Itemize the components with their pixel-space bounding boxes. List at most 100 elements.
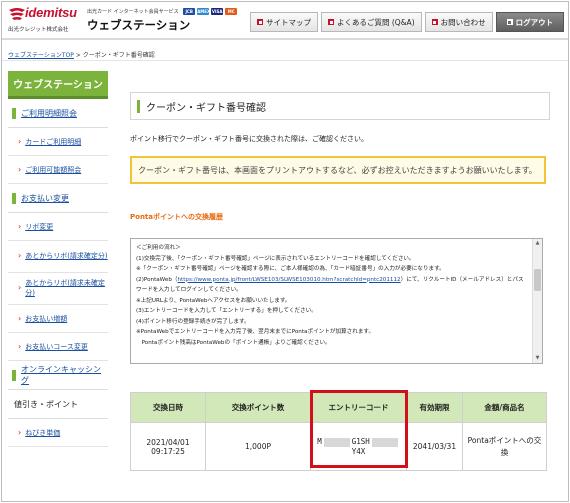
notice-box: クーポン・ギフト番号は、本画面をプリントアウトするなど、必ずお控えいただきますよ…	[130, 156, 546, 184]
notice-text: クーポン・ギフト番号は、本画面をプリントアウトするなど、必ずお控えいただきますよ…	[138, 165, 537, 175]
flow-line: (4)ポイント移行の登録手続きが完了します。	[136, 318, 250, 325]
flow-line: ＜ご利用の流れ＞	[136, 245, 181, 251]
nav-square-icon	[257, 19, 263, 25]
breadcrumb-home-link[interactable]: ウェブステーションTOP	[8, 52, 74, 59]
faq-button[interactable]: よくあるご質問 (Q&A)	[321, 12, 422, 32]
sidebar-item-payment-course-change[interactable]: › お支払いコース変更	[8, 333, 108, 361]
page-title-box: クーポン・ギフト番号確認	[130, 92, 550, 120]
col-header-entry-code: エントリーコード	[310, 392, 407, 423]
sidebar-section-statement[interactable]: ご利用明細照会	[8, 99, 108, 128]
masked-segment	[323, 437, 350, 447]
sidebar-item-label[interactable]: お支払いコース変更	[25, 342, 88, 352]
table-row: 2021/04/01 09:17:25 1,000P M G1SHY4X 2041…	[130, 422, 547, 471]
idemitsu-logo-icon[interactable]	[8, 7, 26, 21]
cell-entry-code: M G1SHY4X	[310, 422, 407, 471]
faq-label: よくあるご質問 (Q&A)	[337, 17, 415, 27]
flow-line: Pontaポイント残高はPontaWebの「ポイント通帳」よりご確認ください。	[136, 339, 331, 346]
code-part: Y4X	[351, 446, 366, 456]
site-title: ウェブステーション	[87, 18, 191, 32]
cell-date: 2021/04/01 09:17:25	[130, 422, 206, 471]
usage-flow-box[interactable]: ＜ご利用の流れ＞ (1)交換完了後、「クーポン・ギフト番号確認」ページに表示され…	[130, 238, 543, 364]
sidebar-item-payment-increase[interactable]: › お支払い増額	[8, 305, 108, 333]
scroll-down-arrow-icon[interactable]: ▼	[533, 354, 542, 363]
chevron-right-icon: ›	[18, 428, 22, 437]
sidebar-item-label[interactable]: ねびき単価	[25, 428, 60, 438]
sidebar-item-label[interactable]: カードご利用明細	[25, 137, 81, 147]
section-bar-icon	[12, 192, 16, 204]
section-bar-icon	[12, 107, 16, 119]
sidebar-item-later-revolving-confirmed[interactable]: › あとからリボ(請求確定分)	[8, 241, 108, 273]
divider	[2, 60, 568, 61]
card-brand-icon: VISA	[211, 8, 224, 15]
sidebar-item-later-revolving-unconfirmed[interactable]: › あとからリボ(請求未確定分)	[8, 273, 108, 305]
card-brand-icon: MC	[225, 8, 238, 15]
contact-button[interactable]: お問い合わせ	[424, 12, 493, 32]
flow-line-url: (2)PontaWeb（https://www.ponta.jp/front/L…	[136, 275, 527, 286]
cell-item: Pontaポイントへの交換	[462, 422, 547, 471]
chevron-right-icon: ›	[18, 222, 22, 231]
logout-label: ログアウト	[515, 17, 554, 27]
sidebar: ウェブステーション ご利用明細照会 › カードご利用明細 › ご利用可能額照会 お支…	[8, 71, 108, 447]
flow-line: (3)エントリーコードを入力して「エントリーする」を押してください。	[136, 308, 317, 314]
sidebar-section-discount-points: 値引き・ポイント	[8, 390, 108, 419]
section-bar-icon	[12, 369, 16, 381]
sidebar-item-card-statement[interactable]: › カードご利用明細	[8, 128, 108, 156]
sidebar-section-payment-change[interactable]: お支払い変更	[8, 184, 108, 213]
chevron-right-icon: ›	[18, 251, 22, 261]
cell-points: 1,000P	[205, 422, 311, 471]
nav-square-icon	[328, 19, 334, 25]
sidebar-item-label[interactable]: あとからリボ(請求確定分)	[25, 252, 107, 261]
company-name: 出光クレジット株式会社	[8, 27, 69, 33]
col-header-date: 交換日時	[130, 392, 206, 423]
code-part: M	[317, 437, 322, 447]
flow-line: ワードを入力してログインしてください。	[136, 287, 242, 293]
sidebar-item-discount-price[interactable]: › ねびき単価	[8, 419, 108, 447]
sidebar-section-label[interactable]: オンラインキャッシング	[21, 364, 108, 386]
sidebar-item-label[interactable]: ご利用可能額照会	[25, 165, 81, 175]
card-brand-icon: AMEX	[197, 8, 211, 15]
card-brand-icon: JCB	[183, 8, 196, 15]
pontaweb-link[interactable]: https://www.ponta.jp/front/LWSE103/SLWSE…	[177, 277, 400, 283]
breadcrumb-separator: >	[73, 52, 83, 59]
vertical-scrollbar[interactable]: ▲ ▼	[532, 239, 542, 363]
sidebar-item-label[interactable]: あとからリボ(請求未確定分)	[25, 279, 108, 297]
masked-segment	[371, 437, 398, 447]
logo-text[interactable]: idemitsu	[25, 5, 77, 20]
flow-url-suffix: ）にて、リクルートID（メールアドレス）とパス	[400, 276, 524, 283]
contact-label: お問い合わせ	[440, 17, 486, 27]
card-brand-logos: JCB AMEX VISA MC	[183, 8, 238, 15]
sidebar-item-available-amount[interactable]: › ご利用可能額照会	[8, 156, 108, 184]
logout-button[interactable]: ログアウト	[495, 12, 565, 32]
service-text: 出光カード インターネット会員サービス	[87, 9, 179, 15]
site-header: idemitsu 出光クレジット株式会社 出光カード インターネット会員サービス…	[2, 2, 568, 40]
col-header-points: 交換ポイント数	[205, 392, 311, 423]
flow-url-prefix: (2)PontaWeb（	[136, 276, 178, 283]
nav-square-icon	[431, 19, 438, 25]
scrollbar-thumb[interactable]	[534, 269, 541, 291]
exchange-history-table: 交換日時 交換ポイント数 エントリーコード 有効期限 金額/商品名 2021/0…	[130, 392, 547, 471]
breadcrumb-current: クーポン・ギフト番号確認	[82, 52, 155, 59]
table-header-row: 交換日時 交換ポイント数 エントリーコード 有効期限 金額/商品名	[130, 392, 547, 423]
sidebar-item-label[interactable]: リボ変更	[25, 222, 53, 232]
chevron-right-icon: ›	[18, 137, 22, 146]
sidebar-section-label[interactable]: お支払い変更	[21, 193, 69, 204]
intro-text: ポイント移行でクーポン・ギフト番号に交換された際は、ご確認ください。	[130, 135, 368, 143]
title-bar-icon	[137, 99, 140, 113]
sidebar-item-label[interactable]: お支払い増額	[25, 314, 67, 324]
page-frame: idemitsu 出光クレジット株式会社 出光カード インターネット会員サービス…	[1, 1, 569, 502]
flow-line: ※「クーポン・ギフト番号確認」ページを確認する際に、ご本人様確認の為、「カード暗…	[136, 266, 445, 272]
sidebar-item-revolving-change[interactable]: › リボ変更	[8, 213, 108, 241]
flow-line: ※上記URLより、PontaWebへアクセスをお願いいたします。	[136, 297, 291, 304]
breadcrumb: ウェブステーションTOP > クーポン・ギフト番号確認	[8, 50, 155, 59]
sidebar-section-online-cashing[interactable]: オンラインキャッシング	[8, 361, 108, 390]
top-nav: サイトマップ よくあるご質問 (Q&A) お問い合わせ ログアウト	[250, 12, 565, 32]
scroll-up-arrow-icon[interactable]: ▲	[533, 239, 542, 248]
sidebar-title[interactable]: ウェブステーション	[8, 71, 108, 99]
chevron-right-icon: ›	[18, 342, 22, 351]
chevron-right-icon: ›	[18, 165, 22, 174]
sitemap-label: サイトマップ	[266, 17, 311, 27]
sidebar-section-label[interactable]: ご利用明細照会	[21, 108, 77, 119]
sitemap-button[interactable]: サイトマップ	[250, 12, 318, 32]
page-title: クーポン・ギフト番号確認	[146, 102, 266, 114]
chevron-right-icon: ›	[18, 283, 22, 293]
